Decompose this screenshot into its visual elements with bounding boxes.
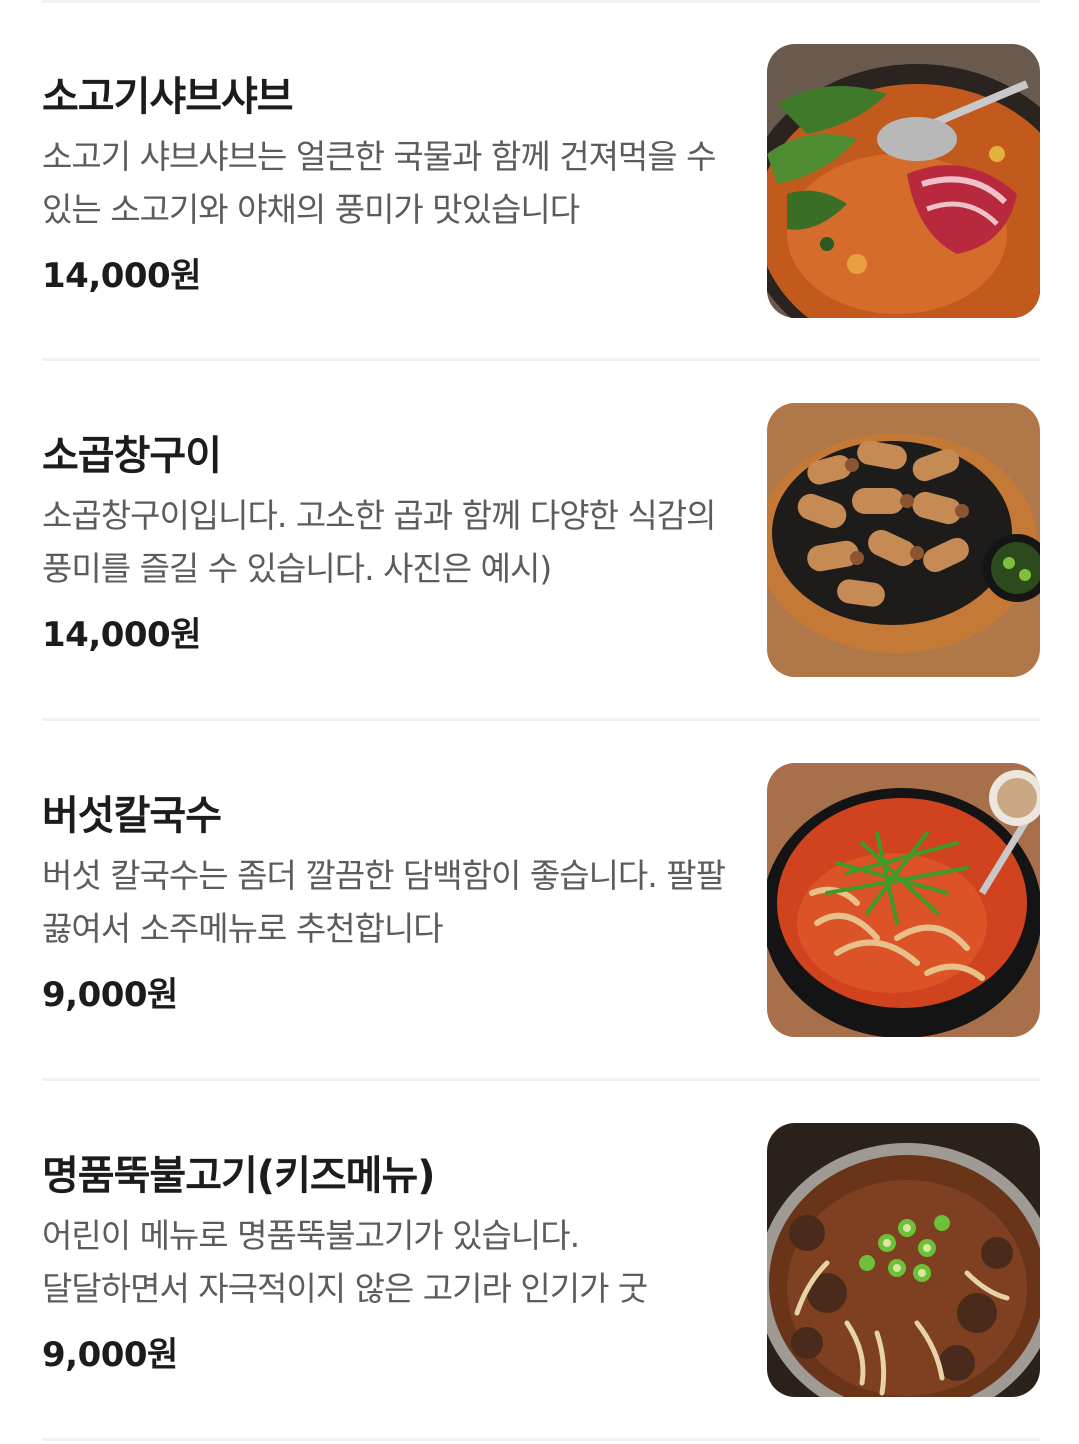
menu-item-price: 14,000원 [42, 615, 201, 655]
menu-item-shabu-shabu[interactable]: 소고기샤브샤브 소고기 샤브샤브는 얼큰한 국물과 함께 건져먹을 수 있는 소… [42, 44, 1040, 318]
menu-item-name: 소고기샤브샤브 [42, 74, 294, 120]
shabu-shabu-photo-drawing [767, 44, 1040, 318]
menu-item-ttukbulgogi[interactable]: 명품뚝불고기(키즈메뉴) 어린이 메뉴로 명품뚝불고기가 있습니다. 달달하면서… [42, 1123, 1040, 1397]
menu-item-name: 버섯칼국수 [42, 793, 222, 839]
menu-item-mushroom-kalguksu[interactable]: 버섯칼국수 버섯 칼국수는 좀더 깔끔한 담백함이 좋습니다. 팔팔 끓여서 소… [42, 763, 1040, 1037]
grilled-gopchang-photo-drawing [767, 403, 1040, 677]
menu-item-description: 버섯 칼국수는 좀더 깔끔한 담백함이 좋습니다. 팔팔 끓여서 소주메뉴로 추… [42, 856, 726, 948]
menu-item-description: 어린이 메뉴로 명품뚝불고기가 있습니다. 달달하면서 자극적이지 않은 고기라… [42, 1216, 648, 1308]
menu-item-price: 9,000원 [42, 975, 178, 1015]
menu-list: 소고기샤브샤브 소고기 샤브샤브는 얼큰한 국물과 함께 건져먹을 수 있는 소… [0, 0, 1079, 1444]
shabu-shabu-photo[interactable] [767, 44, 1040, 318]
menu-item-name: 소곱창구이 [42, 433, 222, 479]
divider [42, 358, 1040, 361]
divider [42, 1078, 1040, 1081]
menu-item-price: 9,000원 [42, 1335, 178, 1375]
ttukbulgogi-photo[interactable] [767, 1123, 1040, 1397]
mushroom-kalguksu-photo[interactable] [767, 763, 1040, 1037]
ttukbulgogi-photo-drawing [767, 1123, 1040, 1397]
divider [42, 718, 1040, 721]
menu-item-description: 소곱창구이입니다. 고소한 곱과 함께 다양한 식감의 풍미를 즐길 수 있습니… [42, 496, 717, 588]
menu-item-grilled-gopchang[interactable]: 소곱창구이 소곱창구이입니다. 고소한 곱과 함께 다양한 식감의 풍미를 즐길… [42, 403, 1040, 677]
divider [42, 1438, 1040, 1441]
mushroom-kalguksu-photo-drawing [767, 763, 1040, 1037]
menu-item-price: 14,000원 [42, 256, 201, 296]
grilled-gopchang-photo[interactable] [767, 403, 1040, 677]
menu-item-description: 소고기 샤브샤브는 얼큰한 국물과 함께 건져먹을 수 있는 소고기와 야채의 … [42, 137, 717, 229]
divider [42, 0, 1040, 3]
menu-item-name: 명품뚝불고기(키즈메뉴) [42, 1153, 436, 1199]
